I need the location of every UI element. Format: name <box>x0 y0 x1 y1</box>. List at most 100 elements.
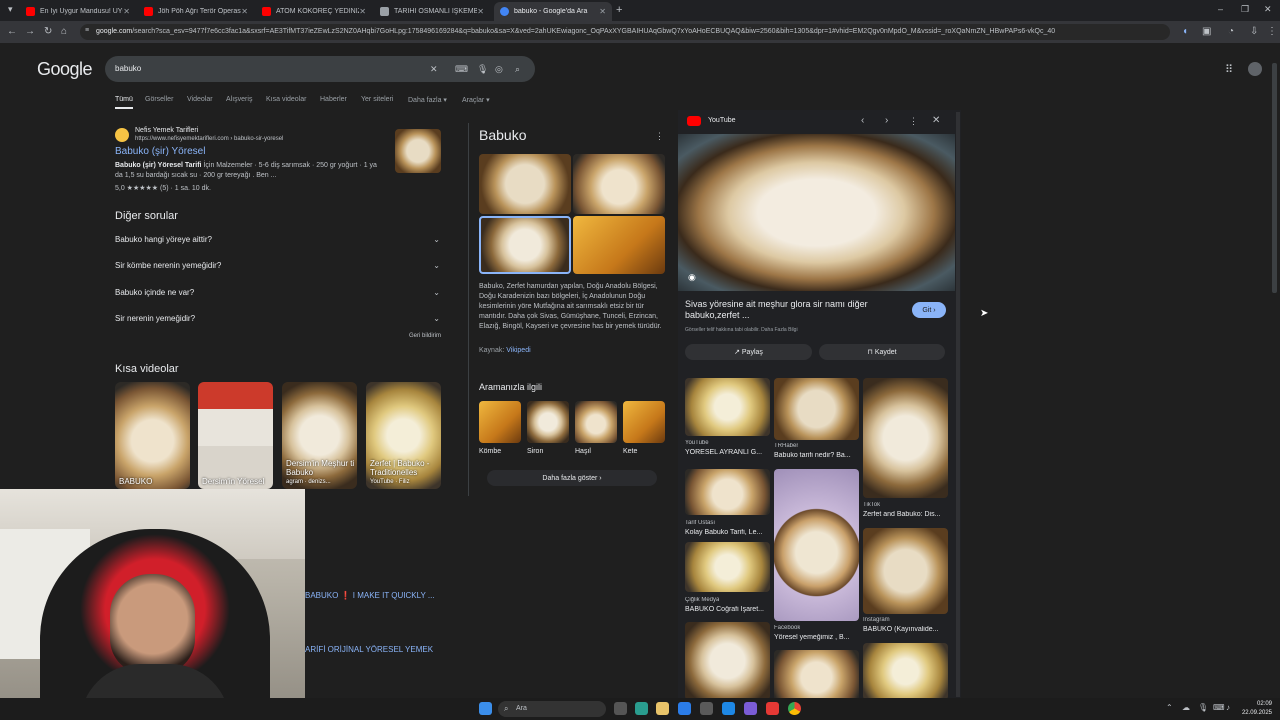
extensions-icon[interactable]: ▣ <box>1202 26 1211 37</box>
profile-icon[interactable]: ◔ <box>1228 26 1234 37</box>
app-icon[interactable] <box>744 702 757 715</box>
app-icon[interactable] <box>722 702 735 715</box>
tab-tools[interactable]: Araçlar ▾ <box>462 96 490 104</box>
home-icon[interactable]: ⌂ <box>61 26 67 37</box>
scrollbar[interactable] <box>956 112 960 697</box>
preview-title[interactable]: Sivas yöresine ait meşhur glora sir namı… <box>685 299 885 321</box>
faq-item[interactable]: Sir kömbe nerenin yemeğidir? ⌄ <box>115 261 440 287</box>
task-view-icon[interactable] <box>614 702 627 715</box>
browser-tab[interactable]: En İyi Uygur Mandusu! UYGUR ✕ <box>20 2 136 21</box>
grid-title[interactable]: BABUKO (Kayınvalide... <box>863 626 948 633</box>
close-tab-icon[interactable]: ✕ <box>359 7 366 16</box>
share-button[interactable]: ↗ Paylaş <box>685 344 812 360</box>
tab-news[interactable]: Haberler <box>320 96 347 103</box>
tab-shopping[interactable]: Alışveriş <box>226 96 252 103</box>
result-site-name[interactable]: Nefis Yemek Tarifleri <box>135 127 198 134</box>
grid-title[interactable]: BABUKO Coğrafi İşaret... <box>685 606 770 613</box>
google-logo[interactable]: Google <box>37 59 93 80</box>
knowledge-image-selected[interactable] <box>479 216 571 274</box>
short-video-card[interactable]: Dersim'in Meşhur ti Babuko agram · denizs… <box>282 382 357 489</box>
close-window-button[interactable]: ✕ <box>1264 4 1272 15</box>
related-image[interactable] <box>774 650 859 698</box>
close-tab-icon[interactable]: ✕ <box>241 7 248 16</box>
knowledge-image[interactable] <box>479 154 571 214</box>
next-icon[interactable]: › <box>885 115 888 126</box>
related-image[interactable] <box>685 622 770 698</box>
related-image[interactable] <box>623 401 665 443</box>
related-image[interactable] <box>774 378 859 440</box>
knowledge-image[interactable] <box>573 154 665 214</box>
short-video-card[interactable]: Zerfet | Babuko - Traditionelles YouTube … <box>366 382 441 489</box>
close-tab-icon[interactable]: ✕ <box>477 7 484 16</box>
tab-web[interactable]: Yer siteleri <box>361 96 393 103</box>
faq-item[interactable]: Babuko hangi yöreye aittir? ⌄ <box>115 235 440 261</box>
result-url[interactable]: https://www.nefisyemektarifleri.com › ba… <box>135 136 283 142</box>
preview-source[interactable]: YouTube <box>708 117 736 124</box>
show-more-button[interactable]: Daha fazla göster › <box>487 470 657 486</box>
tab-short-videos[interactable]: Kısa videolar <box>266 96 306 103</box>
result-title-link[interactable]: Babuko (şir) Yöresel <box>115 146 205 157</box>
forward-icon[interactable]: → <box>25 26 35 37</box>
grid-title[interactable]: YÖRESEL AYRANLI G... <box>685 449 770 456</box>
grid-title[interactable]: Kolay Babuko Tarifi, Le... <box>685 529 770 536</box>
edge-icon[interactable] <box>678 702 691 715</box>
network-icon[interactable]: ⌨ <box>1213 703 1225 712</box>
more-options-icon[interactable]: ⋮ <box>655 131 664 142</box>
search-icon[interactable]: ⌕ <box>515 64 520 75</box>
visit-button[interactable]: Git › <box>912 302 946 318</box>
related-image[interactable] <box>774 469 859 621</box>
clear-icon[interactable]: ✕ <box>430 64 438 75</box>
site-info-icon[interactable]: ≡ <box>85 27 89 34</box>
browser-tab[interactable]: Jöh Pöh Ağrı Terör Operasyonu ✕ <box>138 2 254 21</box>
windows-start-icon[interactable] <box>479 702 492 715</box>
grid-title[interactable]: Zerfet and Babuko: Dis... <box>863 511 948 518</box>
save-button[interactable]: ⊓ Kaydet <box>819 344 945 360</box>
close-tab-icon[interactable]: ✕ <box>599 7 606 16</box>
close-tab-icon[interactable]: ✕ <box>123 7 130 16</box>
related-label[interactable]: Siron <box>527 448 543 455</box>
related-label[interactable]: Kete <box>623 448 637 455</box>
widgets-icon[interactable] <box>635 702 648 715</box>
store-icon[interactable] <box>700 702 713 715</box>
tray-chevron-icon[interactable]: ⌃ <box>1166 703 1173 712</box>
tab-search-icon[interactable]: ▾ <box>8 4 13 15</box>
related-image[interactable] <box>685 378 770 436</box>
keyboard-icon[interactable]: ⌨ <box>455 64 468 75</box>
listen-icon[interactable]: ◖ <box>1182 26 1188 37</box>
related-image[interactable] <box>685 542 770 592</box>
related-image[interactable] <box>863 528 948 614</box>
related-image[interactable] <box>685 469 770 515</box>
file-explorer-icon[interactable] <box>656 702 669 715</box>
minimize-button[interactable]: – <box>1218 4 1223 14</box>
related-label[interactable]: Kömbe <box>479 448 501 455</box>
video-result-link[interactable]: ARİFİ ORİJİNAL YÖRESEL YEMEK <box>305 645 433 654</box>
search-query[interactable]: babuko <box>115 64 141 73</box>
back-icon[interactable]: ← <box>7 26 17 37</box>
cloud-icon[interactable]: ☁ <box>1182 703 1190 712</box>
menu-icon[interactable]: ⋮ <box>1267 26 1277 37</box>
close-icon[interactable]: ✕ <box>932 115 940 126</box>
apps-grid-icon[interactable]: ⠿ <box>1225 63 1233 76</box>
volume-icon[interactable]: ♪ <box>1226 703 1230 712</box>
browser-tab-active[interactable]: babuko - Google'da Ara ✕ <box>494 2 612 21</box>
maximize-button[interactable]: ❐ <box>1241 4 1249 15</box>
related-image[interactable] <box>527 401 569 443</box>
browser-tab[interactable]: TARİHİ OSMANLI İŞKEMBE KEL ✕ <box>374 2 490 21</box>
microphone-icon[interactable]: 🎙 <box>477 64 488 75</box>
preview-image[interactable]: ◉ <box>678 134 955 291</box>
wikipedia-link[interactable]: Vikipedi <box>506 347 530 354</box>
mic-icon[interactable]: 🎙 <box>1198 703 1208 712</box>
tab-all[interactable]: Tümü <box>115 96 133 109</box>
app-icon[interactable] <box>766 702 779 715</box>
chrome-icon[interactable] <box>788 702 801 715</box>
faq-item[interactable]: Babuko içinde ne var? ⌄ <box>115 288 440 314</box>
faq-item[interactable]: Sir nerenin yemeğidir? ⌄ <box>115 314 440 340</box>
related-label[interactable]: Haşıl <box>575 448 591 455</box>
grid-title[interactable]: Babuko tarifi nedir? Ba... <box>774 452 859 459</box>
related-image[interactable] <box>863 378 948 498</box>
tab-images[interactable]: Görseller <box>145 96 173 103</box>
result-thumbnail[interactable] <box>395 129 441 173</box>
lens-icon[interactable]: ◉ <box>688 272 696 283</box>
address-bar[interactable]: ≡ google.com/search?sca_esv=9477f7e6cc3f… <box>80 24 1170 40</box>
browser-tab[interactable]: ATOM KOKOREÇ YEDİNİZ Mİ? ✕ <box>256 2 372 21</box>
